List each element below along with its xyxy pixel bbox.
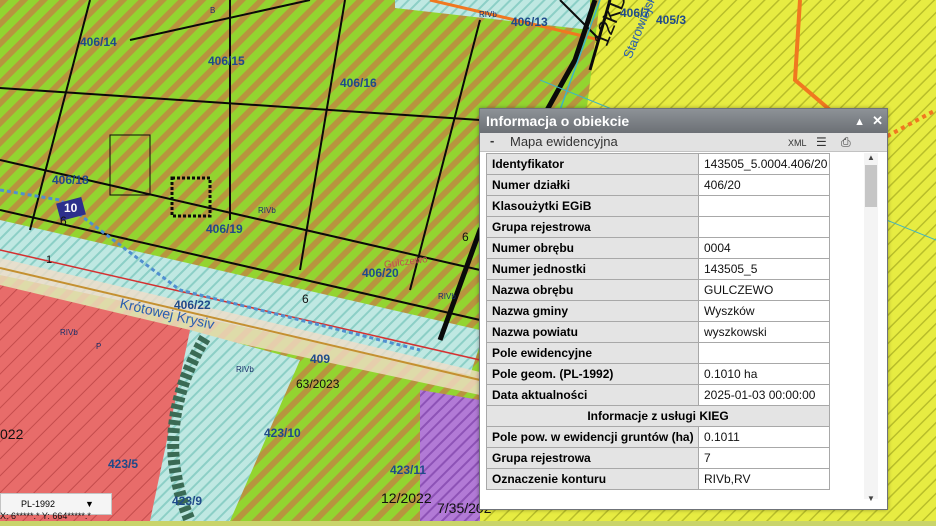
- xml-export-button[interactable]: XML: [788, 134, 807, 152]
- landuse-label: RIVb: [258, 206, 276, 215]
- parcel-label[interactable]: 12/2022: [381, 490, 432, 506]
- table-row: Grupa rejestrowa: [486, 216, 830, 238]
- row-value[interactable]: [698, 342, 830, 364]
- route-badge-number: 10: [64, 201, 78, 215]
- parcel-label[interactable]: 423/10: [264, 426, 301, 440]
- panel-title: Informacja o obiekcie: [486, 113, 630, 129]
- row-value[interactable]: 406/20: [698, 174, 830, 196]
- table-row: Nazwa gminy Wyszków: [486, 300, 830, 322]
- boundary-digit: 6: [462, 230, 469, 244]
- parcel-label[interactable]: 63/2023: [296, 377, 339, 391]
- boundary-digit: 1: [46, 254, 53, 266]
- row-key: Nazwa obrębu: [486, 279, 699, 301]
- crs-value: PL-1992: [21, 499, 56, 509]
- table-row: Identyfikator 143505_5.0004.406/20: [486, 153, 830, 175]
- row-value[interactable]: 143505_5: [698, 258, 830, 280]
- row-value[interactable]: 0004: [698, 237, 830, 259]
- scroll-down-icon[interactable]: ▼: [864, 494, 878, 503]
- parcel-label[interactable]: 406/19: [206, 222, 243, 236]
- table-row: Pole geom. (PL-1992) 0.1010 ha: [486, 363, 830, 385]
- row-key: Nazwa powiatu: [486, 321, 699, 343]
- object-info-panel[interactable]: Informacja o obiekcie ▲ ✕ - Mapa ewidenc…: [479, 108, 888, 510]
- parcel-label[interactable]: 405/3: [656, 13, 686, 27]
- parcel-label[interactable]: 406/13: [511, 15, 548, 29]
- row-value[interactable]: 2025-01-03 00:00:00: [698, 384, 830, 406]
- row-value[interactable]: 7: [698, 447, 830, 469]
- print-icon[interactable]: ⎙: [841, 133, 851, 151]
- table-row: Oznaczenie konturu RIVb,RV: [486, 468, 830, 490]
- row-key: Data aktualności: [486, 384, 699, 406]
- attribute-table-wrap: Identyfikator 143505_5.0004.406/20 Numer d…: [486, 153, 830, 509]
- parcel-label[interactable]: 423/5: [108, 457, 138, 471]
- section-toggle[interactable]: -: [490, 132, 494, 150]
- row-key: Grupa rejestrowa: [486, 447, 699, 469]
- row-value[interactable]: [698, 216, 830, 238]
- row-value[interactable]: Wyszków: [698, 300, 830, 322]
- parcel-label[interactable]: 423/11: [390, 463, 426, 477]
- row-key: Nazwa gminy: [486, 300, 699, 322]
- section-header[interactable]: - Mapa ewidencyjna XML ☰ ⎙: [480, 133, 887, 152]
- boundary-digit: 6: [60, 214, 67, 228]
- table-row: Numer obrębu 0004: [486, 237, 830, 259]
- chevron-down-icon[interactable]: ▼: [85, 494, 94, 514]
- boundary-digit: 6: [302, 292, 309, 306]
- row-value[interactable]: RIVb,RV: [698, 468, 830, 490]
- table-row: Numer jednostki 143505_5: [486, 258, 830, 280]
- landuse-label: B: [210, 6, 216, 15]
- parcel-label[interactable]: 423/9: [172, 494, 202, 508]
- table-row: Data aktualności 2025-01-03 00:00:00: [486, 384, 830, 406]
- row-key: Oznaczenie konturu: [486, 468, 699, 490]
- row-key: Numer obrębu: [486, 237, 699, 259]
- table-row: Numer działki 406/20: [486, 174, 830, 196]
- table-row: Nazwa obrębu GULCZEWO: [486, 279, 830, 301]
- section-title: Mapa ewidencyjna: [510, 134, 618, 149]
- row-value[interactable]: 0.1010 ha: [698, 363, 830, 385]
- row-value[interactable]: GULCZEWO: [698, 279, 830, 301]
- scroll-up-icon[interactable]: ▲: [864, 153, 878, 162]
- row-value[interactable]: 143505_5.0004.406/20: [698, 153, 830, 175]
- landuse-label: RIVb: [236, 365, 254, 374]
- parcel-label[interactable]: 406/16: [340, 76, 377, 90]
- row-key: Pole pow. w ewidencji gruntów (ha): [486, 426, 699, 448]
- collapse-icon[interactable]: ▲: [854, 116, 865, 128]
- close-icon[interactable]: ✕: [872, 113, 883, 128]
- panel-header[interactable]: Informacja o obiekcie ▲ ✕: [480, 109, 887, 133]
- table-row: Grupa rejestrowa 7: [486, 447, 830, 469]
- landuse-label: RIVb: [479, 10, 497, 19]
- attribute-table: Identyfikator 143505_5.0004.406/20 Numer d…: [486, 153, 830, 490]
- table-row: Klasoużytki EGiB: [486, 195, 830, 217]
- landuse-label: P: [96, 342, 102, 351]
- row-key: Pole ewidencyjne: [486, 342, 699, 364]
- kieg-section-title: Informacje z usługi KIEG: [486, 405, 830, 427]
- parcel-label[interactable]: 409: [310, 352, 330, 366]
- row-key: Klasoużytki EGiB: [486, 195, 699, 217]
- scrollbar[interactable]: ▲ ▼: [864, 153, 878, 503]
- parcel-label[interactable]: 406/14: [80, 35, 117, 49]
- parcel-label[interactable]: 406/15: [208, 54, 245, 68]
- row-key: Identyfikator: [486, 153, 699, 175]
- parcel-label-fragment: 022: [0, 426, 24, 442]
- section-row: Informacje z usługi KIEG: [486, 405, 830, 427]
- row-key: Numer jednostki: [486, 258, 699, 280]
- table-row: Pole pow. w ewidencji gruntów (ha) 0.1011: [486, 426, 830, 448]
- scroll-thumb[interactable]: [865, 165, 877, 207]
- parcel-label[interactable]: 406/18: [52, 173, 89, 187]
- table-row: Nazwa powiatu wyszkowski: [486, 321, 830, 343]
- row-value[interactable]: 0.1011: [698, 426, 830, 448]
- row-value[interactable]: wyszkowski: [698, 321, 830, 343]
- landuse-label: RIVb: [438, 292, 456, 301]
- landuse-label: RIVb: [60, 328, 78, 337]
- row-value[interactable]: [698, 195, 830, 217]
- list-icon[interactable]: ☰: [816, 133, 827, 151]
- row-key: Pole geom. (PL-1992): [486, 363, 699, 385]
- table-row: Pole ewidencyjne: [486, 342, 830, 364]
- row-key: Numer działki: [486, 174, 699, 196]
- coordinate-readout: X: 6*****.* Y: 664*****.*: [0, 512, 91, 521]
- row-key: Grupa rejestrowa: [486, 216, 699, 238]
